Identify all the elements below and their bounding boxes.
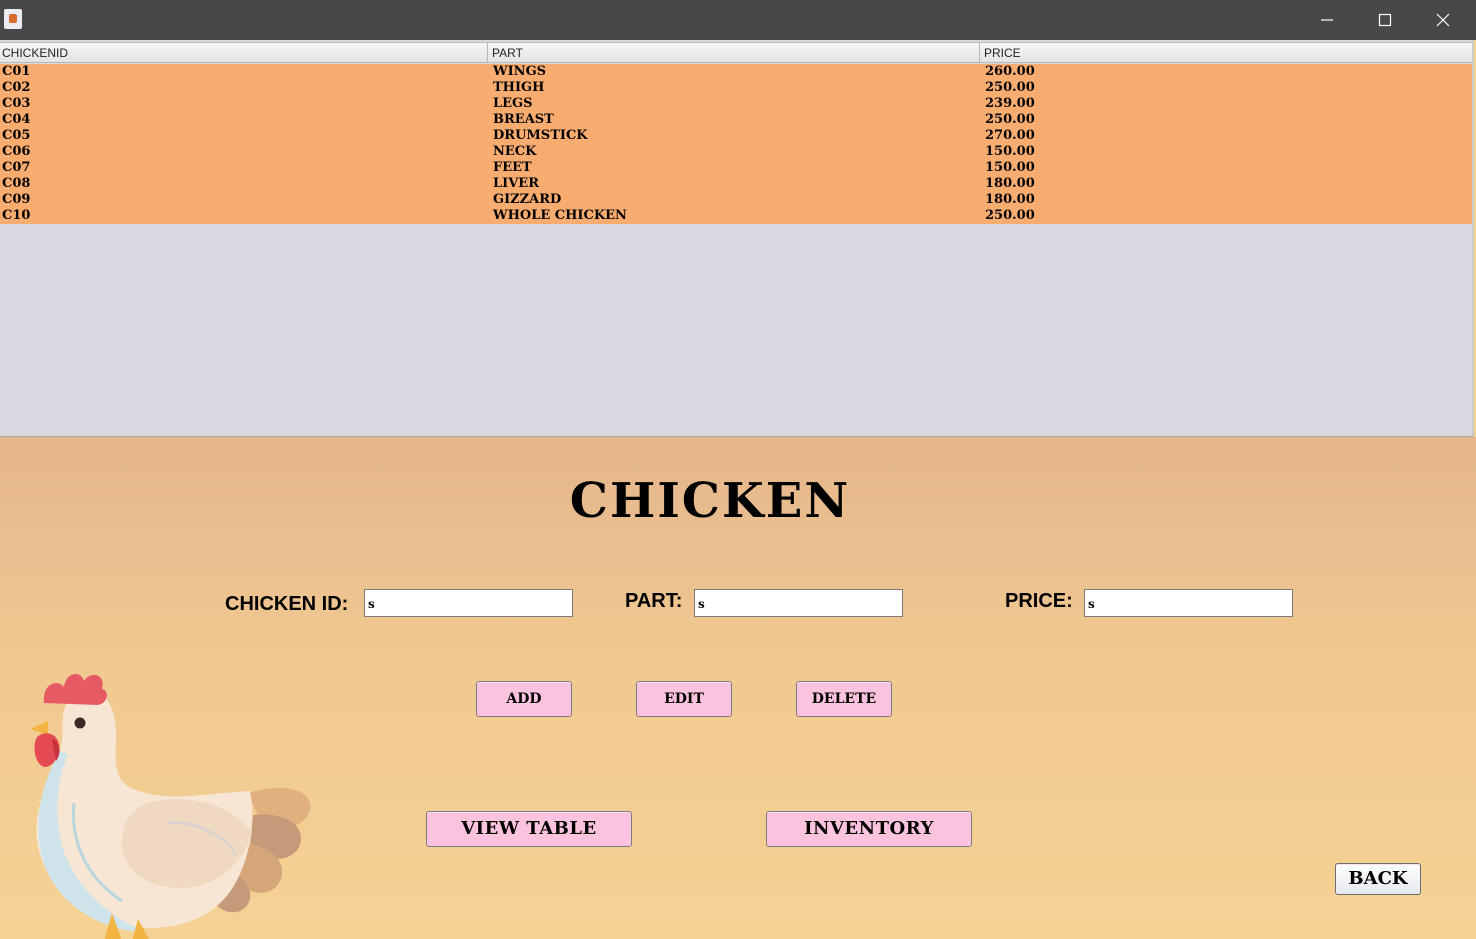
cell-part: DRUMSTICK [493, 128, 588, 143]
part-label: PART: [625, 590, 683, 612]
cell-part: GIZZARD [493, 192, 562, 207]
table-row[interactable]: C03 LEGS 239.00 [0, 96, 1472, 112]
chicken-id-input[interactable] [364, 589, 573, 617]
cell-part: LIVER [493, 176, 540, 191]
column-header-price[interactable]: PRICE [980, 43, 1472, 63]
cell-price: 239.00 [985, 96, 1035, 111]
edit-button[interactable]: EDIT [636, 681, 732, 717]
minimize-button[interactable] [1298, 0, 1356, 40]
cell-price: 180.00 [985, 176, 1035, 191]
cell-part: THIGH [493, 80, 545, 95]
cell-price: 250.00 [985, 208, 1035, 223]
cell-price: 150.00 [985, 160, 1035, 175]
maximize-button[interactable] [1356, 0, 1414, 40]
table-body: C01 WINGS 260.00 C02 THIGH 250.00 C03 LE… [0, 64, 1472, 224]
table-row[interactable]: C05 DRUMSTICK 270.00 [0, 128, 1472, 144]
cell-part: NECK [493, 144, 537, 159]
java-app-icon [4, 9, 22, 29]
cell-chickenid: C08 [2, 176, 31, 191]
table-row[interactable]: C08 LIVER 180.00 [0, 176, 1472, 192]
table-row[interactable]: C04 BREAST 250.00 [0, 112, 1472, 128]
table-row[interactable]: C07 FEET 150.00 [0, 160, 1472, 176]
table-row[interactable]: C10 WHOLE CHICKEN 250.00 [0, 208, 1472, 224]
cell-chickenid: C06 [2, 144, 31, 159]
cell-price: 250.00 [985, 112, 1035, 127]
column-header-chickenid[interactable]: CHICKENID [0, 43, 488, 63]
cell-price: 260.00 [985, 64, 1035, 79]
rooster-illustration [30, 673, 311, 939]
price-input[interactable] [1084, 589, 1293, 617]
cell-chickenid: C04 [2, 112, 31, 127]
table-row[interactable]: C06 NECK 150.00 [0, 144, 1472, 160]
delete-button[interactable]: DELETE [796, 681, 892, 717]
cell-price: 250.00 [985, 80, 1035, 95]
cell-price: 270.00 [985, 128, 1035, 143]
cell-chickenid: C10 [2, 208, 31, 223]
title-bar [0, 0, 1476, 40]
view-table-button[interactable]: VIEW TABLE [426, 811, 632, 847]
cell-part: WINGS [493, 64, 547, 79]
table-header: CHICKENID PART PRICE [0, 42, 1472, 63]
cell-part: FEET [493, 160, 532, 175]
cell-chickenid: C07 [2, 160, 31, 175]
cell-chickenid: C01 [2, 64, 31, 79]
chicken-table[interactable]: CHICKENID PART PRICE C01 WINGS 260.00 C0… [0, 40, 1474, 437]
add-button[interactable]: ADD [476, 681, 572, 717]
table-row[interactable]: C01 WINGS 260.00 [0, 64, 1472, 80]
cell-part: LEGS [493, 96, 533, 111]
column-header-part[interactable]: PART [488, 43, 980, 63]
cell-part: WHOLE CHICKEN [493, 208, 627, 223]
cell-price: 180.00 [985, 192, 1035, 207]
table-row[interactable]: C02 THIGH 250.00 [0, 80, 1472, 96]
cell-chickenid: C09 [2, 192, 31, 207]
part-input[interactable] [694, 589, 903, 617]
cell-chickenid: C05 [2, 128, 31, 143]
inventory-button[interactable]: INVENTORY [766, 811, 972, 847]
back-button[interactable]: BACK [1335, 863, 1421, 895]
cell-price: 150.00 [985, 144, 1035, 159]
cell-part: BREAST [493, 112, 554, 127]
table-row[interactable]: C09 GIZZARD 180.00 [0, 192, 1472, 208]
page-title: CHICKEN [569, 473, 851, 529]
cell-chickenid: C03 [2, 96, 31, 111]
close-icon [1436, 13, 1450, 27]
cell-chickenid: C02 [2, 80, 31, 95]
application-window: CHICKENID PART PRICE C01 WINGS 260.00 C0… [0, 0, 1476, 939]
close-button[interactable] [1414, 0, 1472, 40]
chicken-form: CHICKEN CHICKEN ID: PART: PRICE: ADD EDI… [0, 437, 1476, 939]
price-label: PRICE: [1005, 590, 1073, 612]
chicken-id-label: CHICKEN ID: [225, 593, 349, 615]
minimize-icon [1321, 19, 1333, 21]
maximize-icon [1378, 13, 1392, 27]
